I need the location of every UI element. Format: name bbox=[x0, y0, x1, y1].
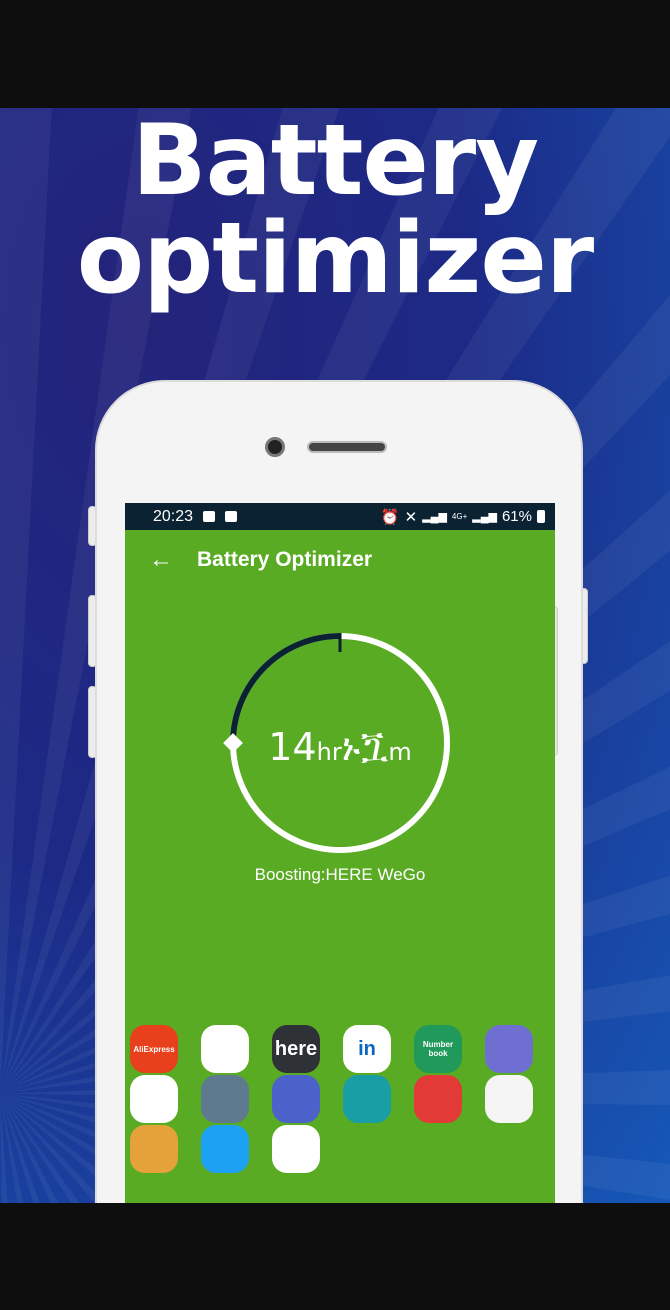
app-screen: 20:23 ⏰ ✕ ▂▄▆ 4G+ ▂▄▆ 61% ← Battery Opti… bbox=[125, 503, 555, 1203]
mute-icon: ✕ bbox=[404, 508, 418, 526]
app-bar: ← Battery Optimizer bbox=[125, 530, 555, 590]
signal-icon: ▂▄▆ bbox=[422, 511, 447, 523]
app-icon-files[interactable] bbox=[130, 1125, 178, 1173]
signal-icon-2: ▂▄▆ bbox=[472, 511, 497, 523]
app-icon-chrome[interactable] bbox=[201, 1025, 249, 1073]
gallery-icon bbox=[225, 511, 238, 522]
bottom-letterbox bbox=[0, 1203, 670, 1310]
status-time: 20:23 bbox=[153, 507, 194, 525]
app-icon-number-book[interactable]: Number book bbox=[414, 1025, 462, 1073]
status-bar: 20:23 ⏰ ✕ ▂▄▆ 4G+ ▂▄▆ 61% bbox=[125, 503, 555, 530]
top-letterbox bbox=[0, 0, 670, 108]
arrow-left-icon[interactable]: ← bbox=[125, 546, 197, 574]
network-type: 4G+ bbox=[451, 512, 468, 521]
app-icon-twitter[interactable] bbox=[201, 1125, 249, 1173]
promo-headline: Battery optimizer bbox=[0, 112, 670, 308]
headline-line-1: Battery bbox=[131, 104, 539, 218]
headline-line-2: optimizer bbox=[76, 202, 594, 316]
notification-icon bbox=[203, 511, 216, 522]
app-icon-photos[interactable] bbox=[130, 1075, 178, 1123]
page-title: Battery Optimizer bbox=[197, 548, 373, 571]
app-icon-aliexpress[interactable]: AliExpress bbox=[130, 1025, 178, 1073]
alarm-icon: ⏰ bbox=[380, 508, 400, 526]
app-icon-upload[interactable] bbox=[343, 1075, 391, 1123]
app-icon-game[interactable] bbox=[485, 1025, 533, 1073]
battery-icon bbox=[537, 510, 545, 523]
app-icon-notifications[interactable] bbox=[272, 1075, 320, 1123]
time-remaining: 14hrኑጟm bbox=[268, 725, 412, 769]
front-camera bbox=[265, 437, 285, 457]
app-icon-opera-mini[interactable] bbox=[272, 1125, 320, 1173]
app-icon-settings[interactable] bbox=[201, 1075, 249, 1123]
earpiece bbox=[307, 441, 387, 453]
app-icon-email[interactable] bbox=[414, 1075, 462, 1123]
boost-status: Boosting:HERE WeGo bbox=[254, 865, 426, 884]
app-icon-linkedin[interactable]: in bbox=[343, 1025, 391, 1073]
battery-percent: 61% bbox=[501, 508, 532, 525]
app-icon-play[interactable] bbox=[485, 1075, 533, 1123]
app-icon-here-wego[interactable]: here bbox=[272, 1025, 320, 1073]
app-icon-grid: AliExpress here in Number book bbox=[130, 1025, 533, 1173]
